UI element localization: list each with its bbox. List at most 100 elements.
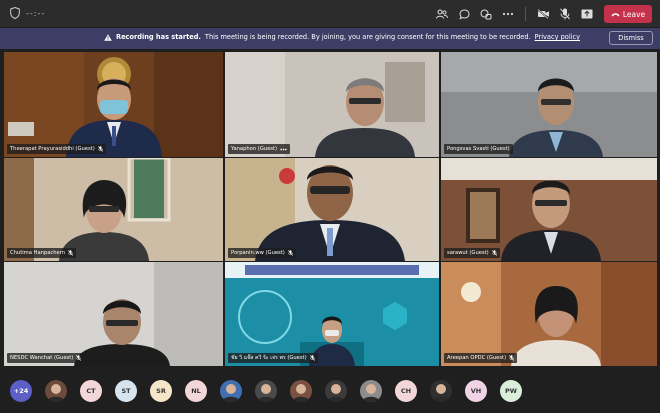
video-grid: Theerapat Prayurasiddhi (Guest) Yanaphon… bbox=[4, 52, 658, 366]
recording-notice: Recording has started. This meeting is b… bbox=[104, 33, 580, 41]
participant-name-tag: Theerapat Prayurasiddhi (Guest) bbox=[7, 144, 106, 154]
participant-tile[interactable]: sarawut (Guest) bbox=[441, 158, 657, 261]
participant-video bbox=[4, 158, 223, 261]
avatar-photo bbox=[432, 384, 450, 402]
meeting-timer: --:-- bbox=[26, 8, 46, 18]
reactions-button[interactable] bbox=[475, 5, 497, 23]
participant-avatar[interactable]: VH bbox=[465, 380, 487, 402]
mic-off-icon bbox=[509, 355, 515, 361]
participant-avatar[interactable]: SR bbox=[150, 380, 172, 402]
avatar-initials: CH bbox=[400, 387, 412, 395]
participant-video bbox=[225, 262, 439, 366]
avatar-photo bbox=[362, 384, 380, 402]
more-horizontal-icon bbox=[502, 12, 514, 16]
camera-toggle-button[interactable] bbox=[532, 5, 554, 23]
avatar-photo bbox=[292, 384, 310, 402]
participant-name: NESDC Wanchat (Guest) bbox=[10, 355, 74, 361]
participant-tile[interactable]: Areepan OPDC (Guest) bbox=[441, 262, 657, 366]
people-icon bbox=[436, 9, 448, 19]
participant-avatar[interactable] bbox=[360, 380, 382, 402]
avatar-initials: ST bbox=[121, 387, 131, 395]
participant-video bbox=[4, 262, 223, 366]
recording-title: Recording has started. bbox=[116, 33, 201, 41]
participant-avatar[interactable] bbox=[220, 380, 242, 402]
mic-off-icon bbox=[76, 355, 82, 361]
participant-avatar[interactable]: ST bbox=[115, 380, 137, 402]
participant-video bbox=[225, 52, 439, 157]
participant-tile[interactable]: Chutima Hanpachern bbox=[4, 158, 223, 261]
participant-video bbox=[441, 158, 657, 261]
participant-tile[interactable]: Theerapat Prayurasiddhi (Guest) bbox=[4, 52, 223, 157]
chat-button[interactable] bbox=[453, 5, 475, 23]
phone-hangup-icon bbox=[611, 12, 620, 16]
participant-roster-bar: +24 CT ST SR NL CH VH PW bbox=[0, 368, 660, 413]
privacy-policy-link[interactable]: Privacy policy bbox=[535, 33, 580, 41]
people-button[interactable] bbox=[431, 5, 453, 23]
shield-icon bbox=[10, 7, 20, 19]
avatar-initials: VH bbox=[470, 387, 482, 395]
participant-name-tag: Areepan OPDC (Guest) bbox=[444, 353, 518, 363]
mic-off-icon bbox=[560, 8, 570, 20]
toolbar-divider bbox=[525, 7, 526, 21]
participant-tile[interactable]: Porpanin.ww (Guest) bbox=[225, 158, 439, 261]
participant-avatar[interactable] bbox=[325, 380, 347, 402]
participant-name-tag: Yanaphon (Guest) bbox=[228, 144, 291, 154]
participant-name: Porpanin.ww (Guest) bbox=[231, 250, 285, 256]
avatar-photo bbox=[257, 384, 275, 402]
chat-icon bbox=[458, 8, 470, 20]
participant-name-tag: ชัย วิ แจ๊ส ควิ ร้ะ เจ่ร พร (Guest) bbox=[228, 353, 318, 363]
reactions-icon bbox=[480, 9, 492, 19]
participant-avatar[interactable] bbox=[255, 380, 277, 402]
participant-video bbox=[4, 52, 223, 157]
meeting-top-bar: --:-- Leave bbox=[0, 0, 660, 27]
dismiss-button[interactable]: Dismiss bbox=[609, 31, 653, 45]
participant-tile[interactable]: NESDC Wanchat (Guest) bbox=[4, 262, 223, 366]
mic-toggle-button[interactable] bbox=[554, 5, 576, 23]
participant-avatar[interactable]: CT bbox=[80, 380, 102, 402]
participant-avatar[interactable]: NL bbox=[185, 380, 207, 402]
participant-name: Pongsvas Svasti (Guest) bbox=[447, 146, 510, 152]
participant-name-tag: sarawut (Guest) bbox=[444, 248, 500, 258]
participant-avatar[interactable]: PW bbox=[500, 380, 522, 402]
participant-name: sarawut (Guest) bbox=[447, 250, 489, 256]
more-options-button[interactable] bbox=[497, 5, 519, 23]
participant-tile[interactable]: Pongsvas Svasti (Guest) bbox=[441, 52, 657, 157]
participant-tile[interactable]: Yanaphon (Guest) bbox=[225, 52, 439, 157]
recording-banner: Recording has started. This meeting is b… bbox=[0, 28, 660, 49]
participant-avatar[interactable] bbox=[290, 380, 312, 402]
avatar-initials: PW bbox=[505, 387, 517, 395]
avatar-initials: CT bbox=[86, 387, 96, 395]
participant-avatar[interactable] bbox=[45, 380, 67, 402]
warning-icon bbox=[104, 33, 112, 41]
participant-video bbox=[225, 158, 439, 261]
teams-meeting-window: --:-- Leave Recording has started. This … bbox=[0, 0, 660, 413]
leave-label: Leave bbox=[622, 9, 646, 19]
participant-name: Areepan OPDC (Guest) bbox=[447, 355, 507, 361]
participant-name-tag: Chutima Hanpachern bbox=[7, 248, 77, 258]
participant-avatar[interactable] bbox=[430, 380, 452, 402]
participant-name: Theerapat Prayurasiddhi (Guest) bbox=[10, 146, 95, 152]
participant-video bbox=[441, 262, 657, 366]
participant-tile[interactable]: ชัย วิ แจ๊ส ควิ ร้ะ เจ่ร พร (Guest) bbox=[225, 262, 439, 366]
participant-name-tag: NESDC Wanchat (Guest) bbox=[7, 353, 85, 363]
meeting-controls: Leave bbox=[431, 5, 652, 23]
avatar-initials: SR bbox=[156, 387, 166, 395]
avatar-photo bbox=[222, 384, 240, 402]
participant-name: ชัย วิ แจ๊ส ควิ ร้ะ เจ่ร พร (Guest) bbox=[231, 355, 307, 361]
share-button[interactable] bbox=[576, 5, 598, 23]
leave-button[interactable]: Leave bbox=[604, 5, 652, 23]
participant-name: Chutima Hanpachern bbox=[10, 250, 66, 256]
more-participants-button[interactable]: +24 bbox=[10, 380, 32, 402]
camera-off-icon bbox=[536, 9, 549, 19]
mic-off-icon bbox=[491, 250, 497, 256]
avatar-initials: NL bbox=[191, 387, 201, 395]
more-icon bbox=[280, 148, 287, 150]
participant-name-tag: Pongsvas Svasti (Guest) bbox=[444, 144, 513, 154]
participant-name: Yanaphon (Guest) bbox=[231, 146, 278, 152]
share-icon bbox=[581, 9, 593, 19]
participant-name-tag: Porpanin.ww (Guest) bbox=[228, 248, 296, 258]
avatar-photo bbox=[47, 384, 65, 402]
mic-off-icon bbox=[309, 355, 315, 361]
recording-message: This meeting is being recorded. By joini… bbox=[204, 33, 531, 41]
participant-avatar[interactable]: CH bbox=[395, 380, 417, 402]
